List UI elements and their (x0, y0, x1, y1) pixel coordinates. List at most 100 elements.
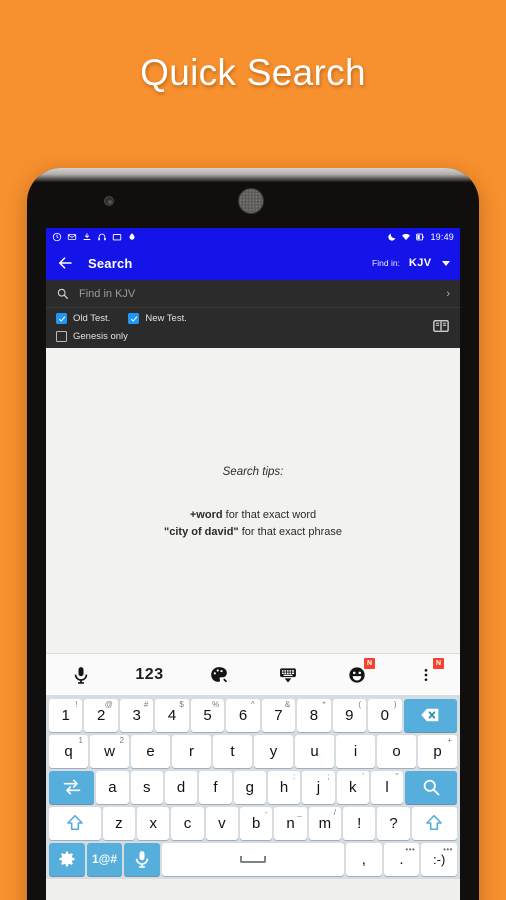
key-x[interactable]: x (137, 806, 170, 840)
key-v[interactable]: v (205, 806, 239, 840)
key-backspace[interactable] (403, 698, 458, 732)
key-o[interactable]: o (377, 734, 416, 768)
key-z[interactable]: z (102, 806, 136, 840)
key-sup: - (264, 807, 268, 817)
key-w[interactable]: 2w (90, 734, 129, 768)
key-mic[interactable] (124, 842, 161, 876)
key-7[interactable]: & 7 (261, 698, 296, 732)
key-1[interactable]: ! 1 (49, 698, 83, 732)
key-r[interactable]: r (172, 734, 211, 768)
on-screen-keyboard: ! 1 @2 #3 $4 % 5 ^ 6 & 7 * 8 (9 ) 0 1q 2w e r (46, 695, 460, 879)
folder-icon (112, 234, 122, 241)
toolbar-overflow-button[interactable]: N (391, 654, 460, 695)
key-l[interactable]: " l (370, 770, 404, 804)
key-d[interactable]: d (164, 770, 198, 804)
key-sup: _ (297, 807, 302, 817)
key-label: c (183, 814, 192, 832)
key-label: k (348, 778, 357, 796)
toolbar-hide-keyboard-button[interactable] (253, 654, 322, 695)
back-arrow-icon[interactable] (56, 254, 74, 272)
checkbox-genesis-only[interactable]: Genesis only (56, 331, 128, 342)
key-label: u (310, 742, 319, 760)
key-q[interactable]: 1q (49, 734, 88, 768)
key-emoticon[interactable]: •••:-) (421, 842, 457, 876)
key-label: , (361, 850, 366, 868)
key-s[interactable]: s (130, 770, 163, 804)
key-h[interactable]: :h (267, 770, 301, 804)
key-label: . (399, 850, 404, 868)
key-exclamation[interactable]: ! (343, 806, 376, 840)
key-t[interactable]: t (213, 734, 252, 768)
key-p[interactable]: + p (418, 734, 457, 768)
key-u[interactable]: u (295, 734, 334, 768)
key-tab[interactable] (49, 770, 95, 804)
key-label: h (279, 778, 289, 796)
key-sup: 2 (119, 735, 124, 745)
key-9[interactable]: (9 (332, 698, 367, 732)
key-question[interactable]: ? (377, 806, 410, 840)
device-top-bezel (27, 168, 479, 228)
search-input[interactable] (79, 287, 441, 300)
checkbox-old-testament[interactable]: Old Test. (56, 313, 110, 324)
key-c[interactable]: c (171, 806, 204, 840)
key-y[interactable]: y (254, 734, 293, 768)
keyboard-row-bottom: z x c v -b _ n / m ! ? (47, 805, 459, 841)
toolbar-numbers-label: 123 (135, 665, 164, 683)
key-8[interactable]: * 8 (297, 698, 331, 732)
key-label: l (385, 778, 389, 796)
key-0[interactable]: ) 0 (368, 698, 402, 732)
key-a[interactable]: a (96, 770, 129, 804)
key-search-enter[interactable] (405, 770, 457, 804)
toolbar-mic-button[interactable] (46, 654, 115, 695)
key-space[interactable] (162, 842, 344, 876)
toolbar-theme-button[interactable] (184, 654, 253, 695)
key-m[interactable]: / m (308, 806, 342, 840)
toolbar-emoji-button[interactable]: N (322, 654, 391, 695)
key-sup: # (143, 699, 149, 709)
key-settings[interactable] (49, 842, 85, 876)
key-b[interactable]: -b (240, 806, 273, 840)
key-5[interactable]: % 5 (190, 698, 225, 732)
theme-palette-icon (210, 666, 227, 682)
search-filters: Old Test. New Test. Genesis only (46, 308, 460, 348)
key-shift-right[interactable] (411, 806, 457, 840)
key-k[interactable]: ' k (336, 770, 369, 804)
open-book-icon[interactable] (432, 317, 450, 335)
wifi-icon (402, 233, 411, 241)
key-label: n (286, 814, 295, 832)
key-comma[interactable]: , (345, 842, 382, 876)
key-label: 1 (61, 706, 70, 724)
key-6[interactable]: ^ 6 (226, 698, 260, 732)
key-sup: ' (362, 771, 364, 781)
search-field-row[interactable]: › (46, 280, 460, 308)
key-e[interactable]: e (131, 734, 170, 768)
key-shift-left[interactable] (49, 806, 101, 840)
key-sup: ••• (443, 844, 453, 854)
search-tip-2-keyword: "city of david" (164, 526, 239, 538)
key-sup: * (322, 699, 326, 709)
key-2[interactable]: @2 (84, 698, 118, 732)
shift-up-arrow-icon (426, 814, 443, 831)
key-period[interactable]: •••. (383, 842, 420, 876)
key-label: 5 (203, 706, 212, 724)
search-expand-chevron-icon[interactable]: › (440, 288, 450, 300)
checkbox-new-testament[interactable]: New Test. (128, 313, 187, 324)
key-3[interactable]: #3 (119, 698, 154, 732)
key-n[interactable]: _ n (274, 806, 307, 840)
checkbox-label: Genesis only (73, 331, 128, 342)
key-label: o (392, 742, 401, 760)
key-sup: 1 (78, 735, 83, 745)
key-label: a (108, 778, 117, 796)
key-f[interactable]: f (199, 770, 232, 804)
key-j[interactable]: ; j (302, 770, 335, 804)
key-symbols[interactable]: 1@# (86, 842, 123, 876)
emoji-new-badge: N (364, 658, 375, 669)
key-4[interactable]: $4 (155, 698, 189, 732)
key-i[interactable]: i (336, 734, 375, 768)
bible-version-selector[interactable]: KJV (409, 257, 450, 269)
key-g[interactable]: g (233, 770, 266, 804)
app-bar: Search Find in: KJV (46, 246, 460, 280)
search-results-area: Search tips: +word for that exact word "… (46, 348, 460, 653)
toolbar-numbers-button[interactable]: 123 (115, 654, 184, 695)
bible-version-value: KJV (408, 257, 432, 269)
